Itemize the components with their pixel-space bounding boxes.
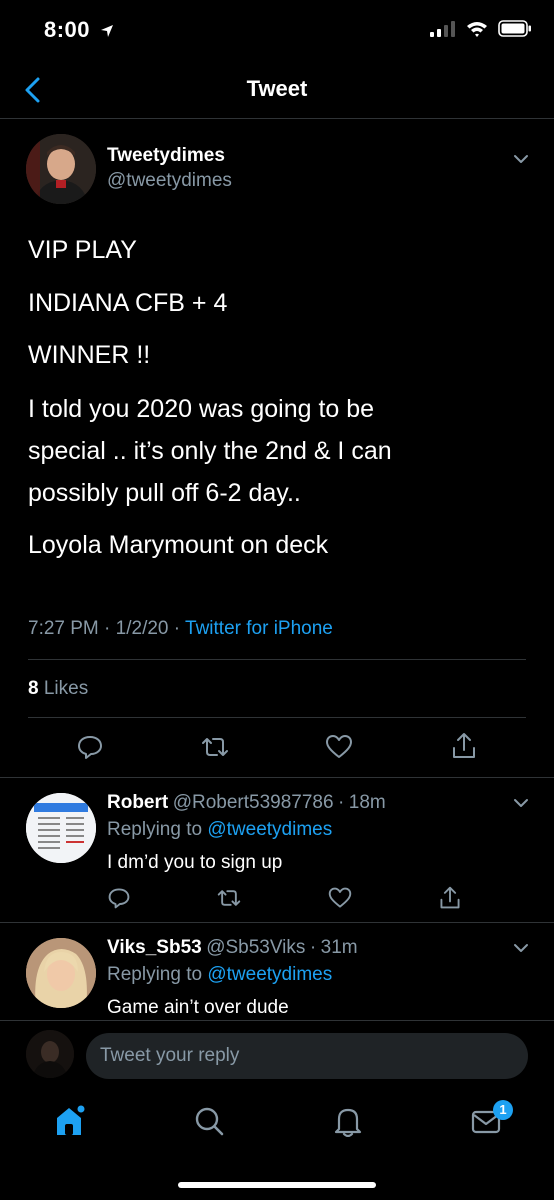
replying-label: Replying to [107,964,203,985]
tweet-date: 1/2/20 [115,618,169,639]
tweet-options-button[interactable] [510,148,532,170]
tweet-text-line: VIP PLAY [28,236,137,264]
retweet-button[interactable] [200,733,230,761]
reply-button[interactable] [76,733,104,761]
replying-to: Replying to @tweetydimes [107,964,332,986]
tweet-text-line: WINNER !! [28,341,151,369]
reply-icon [78,736,102,759]
meta-divider [28,659,526,660]
reply-header: Viks_Sb53 @Sb53Viks · 31m [107,937,358,959]
like-button[interactable] [325,733,353,761]
reply-avatar[interactable] [26,938,96,1008]
own-avatar-image [26,1030,74,1078]
heart-icon [326,735,352,758]
reply-options-button[interactable] [510,792,532,814]
tweet-source-link[interactable]: Twitter for iPhone [185,618,333,639]
reply-text: Game ain’t over dude [107,997,289,1018]
home-icon [57,1105,85,1135]
signal-icon [430,20,455,37]
tweet-meta: 7:27 PM · 1/2/20 · Twitter for iPhone [28,618,333,640]
tweet-text-line: I told you 2020 was going to be [28,395,375,423]
author-handle[interactable]: @tweetydimes [107,170,232,192]
tweet-text-line: Loyola Marymount on deck [28,531,329,559]
tab-explore[interactable] [194,1106,224,1136]
header-divider [0,118,554,119]
reply-retweet-button[interactable] [216,886,242,910]
reply-header: Robert @Robert53987786 · 18m [107,792,386,814]
reply-reply-button[interactable] [107,886,131,910]
tweet-time: 7:27 PM [28,618,99,639]
author-photo [26,134,96,204]
tab-notifications[interactable] [333,1105,363,1137]
meta-separator: · [173,618,186,639]
battery-icon [498,20,531,37]
reply-avatar-image [26,793,96,863]
tweet-text-line: special .. it’s only the 2nd & I can [28,437,392,465]
location-arrow-icon [100,25,113,38]
replying-mention-link[interactable]: @tweetydimes [207,819,332,840]
retweet-icon [202,738,228,756]
replying-to: Replying to @tweetydimes [107,819,332,841]
own-avatar[interactable] [26,1030,74,1078]
messages-badge: 1 [493,1100,513,1120]
reply-separator: · [309,937,317,958]
meta-separator: · [104,618,116,639]
status-time: 8:00 [44,17,114,43]
status-icons [430,20,532,37]
reply-separator: · [338,792,345,813]
share-icon [440,886,460,909]
compose-placeholder: Tweet your reply [100,1045,240,1066]
reply-avatar-image [26,938,96,1008]
heart-icon [328,887,352,908]
share-icon [453,733,475,758]
reply-options-button[interactable] [510,937,532,959]
chevron-down-icon [514,155,528,163]
tweet-text-line: INDIANA CFB + 4 [28,289,228,317]
author-name[interactable]: Tweetydimes [107,145,225,167]
reply-age: 18m [348,792,386,813]
author-avatar[interactable] [26,134,96,204]
likes-count-link[interactable]: 8 Likes [28,678,88,700]
chevron-down-icon [514,944,528,952]
share-button[interactable] [450,731,478,761]
bell-icon [334,1108,362,1137]
reply-avatar[interactable] [26,793,96,863]
reply-age: 31m [320,937,358,958]
search-icon [195,1107,224,1136]
wifi-icon [467,21,487,37]
page-title: Tweet [246,76,308,101]
actions-divider [0,777,554,778]
reply-like-button[interactable] [328,886,352,910]
reply-divider [0,922,554,923]
likes-label: Likes [43,678,89,699]
chevron-down-icon [514,799,528,807]
likes-count: 8 [28,678,39,699]
replying-label: Replying to [107,819,203,840]
reply-author-handle[interactable]: @Sb53Viks [206,937,305,958]
reply-author-name[interactable]: Viks_Sb53 [107,937,202,958]
replying-mention-link[interactable]: @tweetydimes [207,964,332,985]
reply-author-handle[interactable]: @Robert53987786 [173,792,334,813]
reply-text: I dm’d you to sign up [107,852,283,873]
retweet-icon [217,890,241,906]
reply-icon [108,888,130,909]
tweet-text-line: possibly pull off 6-2 day.. [28,479,301,507]
reply-share-button[interactable] [438,885,462,911]
tab-home[interactable] [54,1104,86,1138]
home-indicator[interactable] [178,1182,376,1188]
likes-divider [28,717,526,718]
reply-author-name[interactable]: Robert [107,792,168,813]
